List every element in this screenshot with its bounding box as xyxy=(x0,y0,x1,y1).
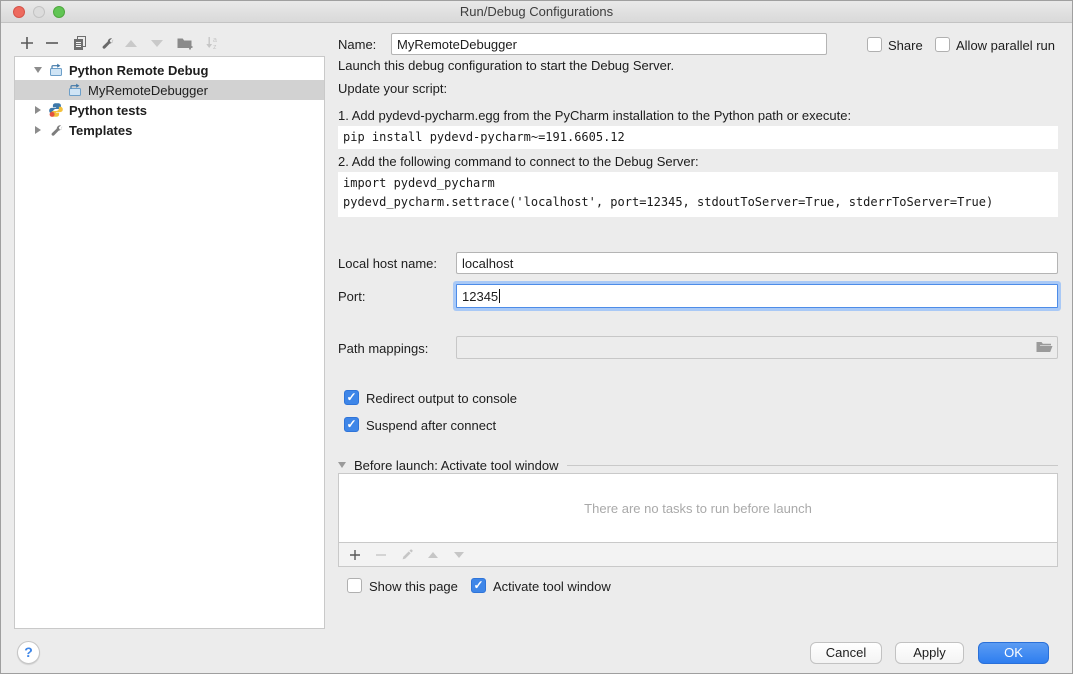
wrench-icon xyxy=(99,35,115,51)
tree-item-python-tests[interactable]: Python tests xyxy=(15,100,324,120)
port-label: Port: xyxy=(338,289,365,304)
remote-debug-icon xyxy=(48,62,64,78)
code-line-import: import pydevd_pycharm xyxy=(343,174,1053,193)
name-input[interactable]: MyRemoteDebugger xyxy=(391,33,827,55)
redirect-output-checkbox[interactable] xyxy=(344,390,359,405)
divider xyxy=(567,465,1058,466)
code-snippet-pip-install: pip install pydevd-pycharm~=191.6605.12 xyxy=(338,126,1058,149)
cancel-button[interactable]: Cancel xyxy=(810,642,882,664)
copy-icon xyxy=(72,35,88,51)
update-script-text: Update your script: xyxy=(338,81,447,96)
allow-parallel-run-label: Allow parallel run xyxy=(956,38,1055,53)
title-bar: Run/Debug Configurations xyxy=(1,1,1072,23)
tree-item-label: MyRemoteDebugger xyxy=(88,83,208,98)
no-tasks-message: There are no tasks to run before launch xyxy=(339,474,1057,542)
path-mappings-input[interactable] xyxy=(456,336,1058,359)
wrench-icon xyxy=(48,122,64,138)
move-up-icon xyxy=(428,552,438,558)
minimize-icon[interactable] xyxy=(33,6,45,18)
chevron-down-icon[interactable] xyxy=(33,67,43,73)
before-launch-header: Before launch: Activate tool window xyxy=(338,457,1058,473)
tree-item-myremotedebugger[interactable]: MyRemoteDebugger xyxy=(15,80,324,100)
edit-templates-button[interactable] xyxy=(98,34,116,52)
before-launch-tasks-panel: There are no tasks to run before launch xyxy=(338,473,1058,567)
plus-icon xyxy=(20,36,34,50)
show-this-page-label: Show this page xyxy=(369,579,458,594)
ok-button[interactable]: OK xyxy=(978,642,1049,664)
edit-task-button[interactable] xyxy=(399,547,415,563)
move-task-down-button[interactable] xyxy=(451,547,467,563)
apply-button[interactable]: Apply xyxy=(895,642,964,664)
port-input[interactable]: 12345 xyxy=(456,284,1058,308)
share-checkbox[interactable] xyxy=(867,37,882,52)
suspend-after-connect-checkbox[interactable] xyxy=(344,417,359,432)
remove-task-button[interactable] xyxy=(373,547,389,563)
svg-text:z: z xyxy=(213,44,217,51)
before-launch-label: Before launch: Activate tool window xyxy=(354,458,559,473)
redirect-output-label: Redirect output to console xyxy=(366,391,517,406)
svg-text:a: a xyxy=(213,37,217,44)
tree-item-label: Python Remote Debug xyxy=(69,63,208,78)
intro-text: Launch this debug configuration to start… xyxy=(338,58,674,73)
window-title: Run/Debug Configurations xyxy=(460,4,613,19)
code-snippet-settrace: import pydevd_pycharm pydevd_pycharm.set… xyxy=(338,172,1058,217)
new-folder-icon xyxy=(176,35,194,51)
configurations-tree: Python Remote Debug MyRemoteDebugger Pyt… xyxy=(14,56,325,629)
remove-config-button[interactable] xyxy=(43,34,61,52)
move-task-up-button[interactable] xyxy=(425,547,441,563)
local-host-input[interactable]: localhost xyxy=(456,252,1058,274)
text-caret xyxy=(499,289,500,303)
code-line-settrace: pydevd_pycharm.settrace('localhost', por… xyxy=(343,193,1053,212)
new-folder-button[interactable] xyxy=(176,34,194,52)
move-down-icon xyxy=(454,552,464,558)
name-label: Name: xyxy=(338,37,376,52)
remote-debug-icon xyxy=(67,82,83,98)
step2-text: 2. Add the following command to connect … xyxy=(338,154,699,169)
chevron-right-icon[interactable] xyxy=(33,106,43,114)
zoom-icon[interactable] xyxy=(53,6,65,18)
share-label: Share xyxy=(888,38,923,53)
local-host-label: Local host name: xyxy=(338,256,437,271)
copy-config-button[interactable] xyxy=(71,34,89,52)
show-this-page-checkbox[interactable] xyxy=(347,578,362,593)
close-icon[interactable] xyxy=(13,6,25,18)
activate-tool-window-checkbox[interactable] xyxy=(471,578,486,593)
minus-icon xyxy=(375,549,387,561)
tree-item-templates[interactable]: Templates xyxy=(15,120,324,140)
tasks-toolbar xyxy=(339,542,1057,566)
tree-item-python-remote-debug[interactable]: Python Remote Debug xyxy=(15,60,324,80)
open-folder-icon xyxy=(1035,340,1053,354)
move-down-icon xyxy=(151,40,163,47)
pencil-icon xyxy=(400,548,414,562)
add-config-button[interactable] xyxy=(18,34,36,52)
move-up-button[interactable] xyxy=(122,34,140,52)
sort-alphabetically-icon: a z xyxy=(204,35,220,51)
suspend-after-connect-label: Suspend after connect xyxy=(366,418,496,433)
python-tests-icon xyxy=(48,102,64,118)
chevron-right-icon[interactable] xyxy=(33,126,43,134)
minus-icon xyxy=(45,36,59,50)
tree-item-label: Python tests xyxy=(69,103,147,118)
path-mappings-label: Path mappings: xyxy=(338,341,428,356)
plus-icon xyxy=(349,549,361,561)
tree-item-label: Templates xyxy=(69,123,132,138)
move-up-icon xyxy=(125,40,137,47)
sort-configs-button[interactable]: a z xyxy=(203,34,221,52)
move-down-button[interactable] xyxy=(148,34,166,52)
help-button[interactable]: ? xyxy=(17,641,40,664)
browse-path-mappings-button[interactable] xyxy=(1035,340,1053,357)
add-task-button[interactable] xyxy=(347,547,363,563)
run-debug-configurations-dialog: Run/Debug Configurations xyxy=(0,0,1073,674)
collapse-icon[interactable] xyxy=(338,462,346,468)
allow-parallel-run-checkbox[interactable] xyxy=(935,37,950,52)
activate-tool-window-label: Activate tool window xyxy=(493,579,611,594)
step1-text: 1. Add pydevd-pycharm.egg from the PyCha… xyxy=(338,108,851,123)
